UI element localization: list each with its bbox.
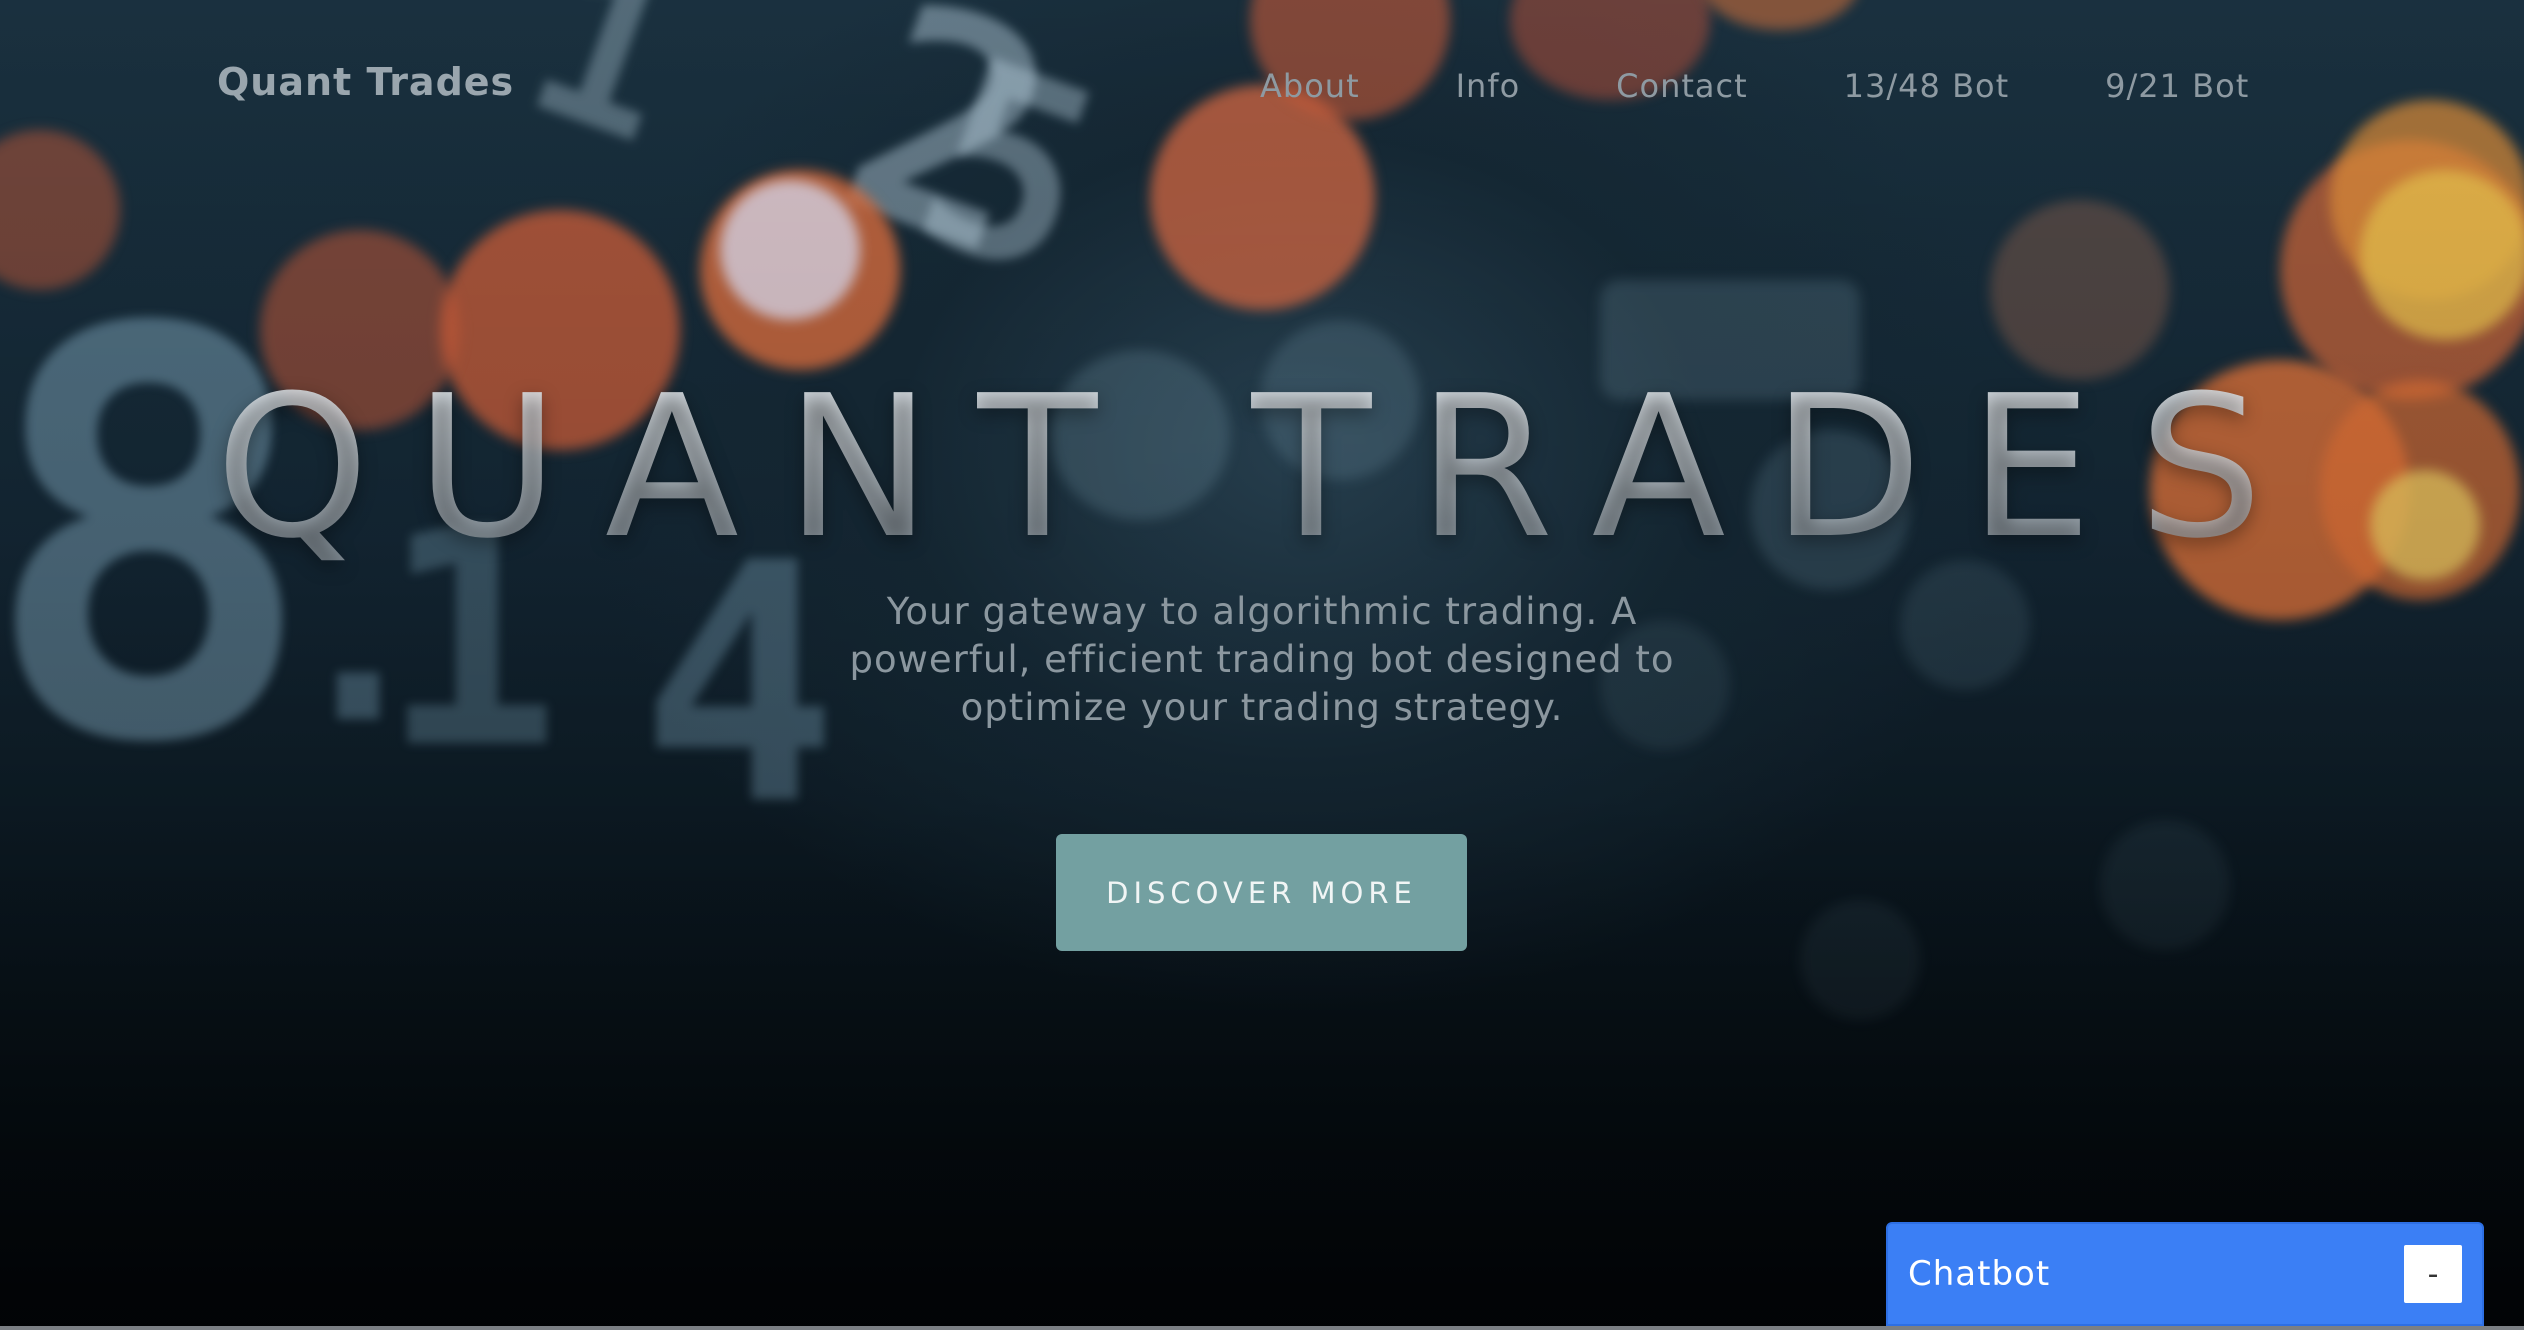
- nav-link-info[interactable]: Info: [1456, 67, 1521, 105]
- discover-more-button[interactable]: DISCOVER MORE: [1056, 834, 1467, 951]
- top-nav: About Info Contact 13/48 Bot 9/21 Bot: [1260, 64, 2249, 108]
- nav-link-13-48-bot[interactable]: 13/48 Bot: [1844, 67, 2009, 105]
- nav-link-contact[interactable]: Contact: [1616, 67, 1748, 105]
- brand-logo[interactable]: Quant Trades: [217, 60, 514, 104]
- nav-link-about[interactable]: About: [1260, 67, 1360, 105]
- chatbot-minimize-button[interactable]: -: [2404, 1245, 2462, 1303]
- hero-title: QUANT TRADES: [0, 370, 2524, 566]
- nav-link-9-21-bot[interactable]: 9/21 Bot: [2105, 67, 2249, 105]
- chatbot-widget[interactable]: Chatbot -: [1886, 1222, 2484, 1326]
- hero-title-text: QUANT TRADES: [215, 354, 2309, 582]
- window-bottom-border: [0, 1326, 2524, 1330]
- chatbot-title: Chatbot: [1908, 1254, 2051, 1294]
- hero-tagline: Your gateway to algorithmic trading. A p…: [849, 590, 1675, 729]
